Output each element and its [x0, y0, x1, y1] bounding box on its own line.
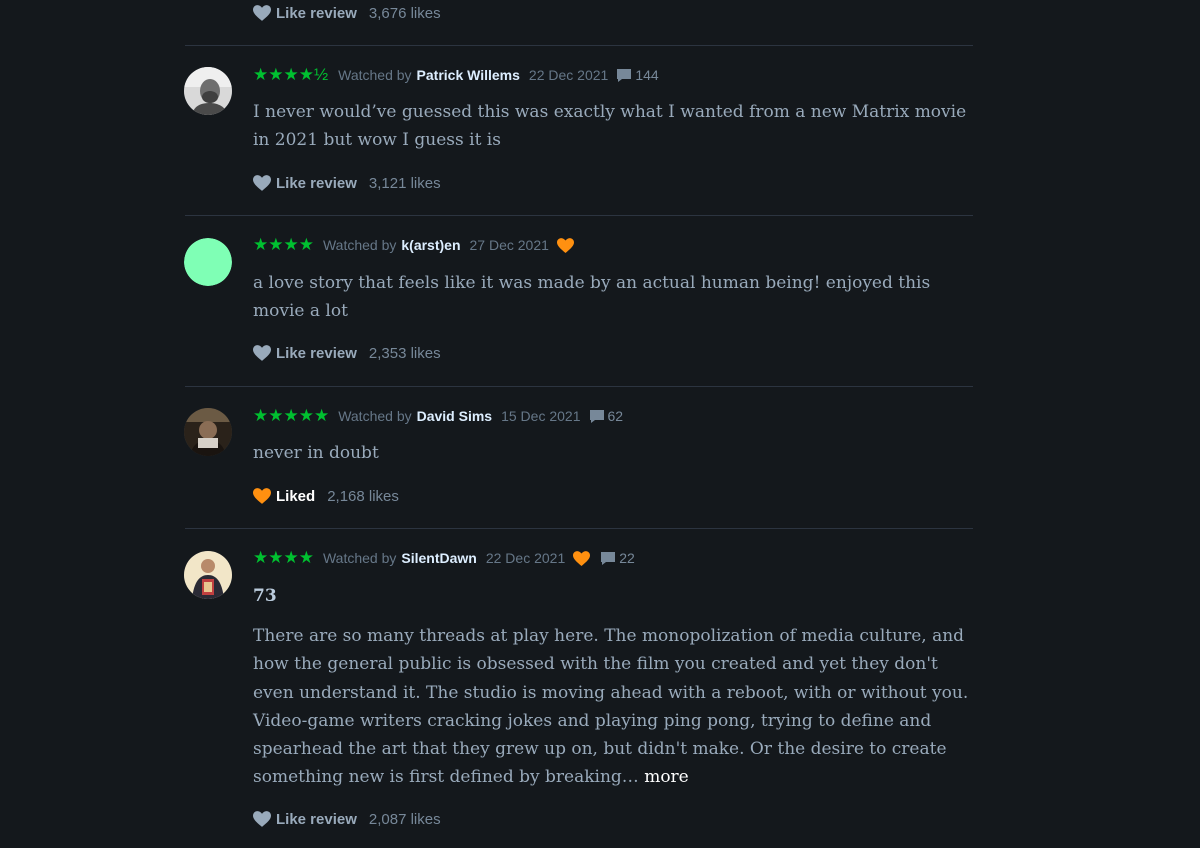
- heart-icon: [253, 345, 271, 361]
- author-name[interactable]: SilentDawn: [401, 550, 476, 566]
- speech-bubble-icon: [601, 551, 616, 565]
- review-date[interactable]: 15 Dec 2021: [501, 408, 580, 424]
- review-like-row: Like review 2,353 likes: [253, 343, 441, 363]
- comment-count: 62: [607, 408, 624, 424]
- star-rating: ★★★★: [253, 548, 314, 567]
- star-rating: ★★★★: [253, 235, 314, 254]
- like-review-button[interactable]: Like review: [253, 345, 357, 362]
- review-meta: ★★★★ Watched by k(arst)en 27 Dec 2021: [253, 235, 584, 255]
- avatar-image: [184, 67, 232, 115]
- author-name[interactable]: Patrick Willems: [417, 67, 520, 83]
- review-heading: 73: [253, 586, 277, 606]
- more-link[interactable]: more: [644, 767, 689, 787]
- star-rating: ★★★★½: [253, 65, 329, 84]
- avatar[interactable]: [184, 67, 232, 115]
- like-review-label: Like review: [276, 810, 357, 828]
- review-body: never in doubt: [253, 443, 379, 463]
- review-meta: ★★★★★ Watched by David Sims 15 Dec 2021 …: [253, 406, 623, 426]
- like-review-label: Like review: [276, 344, 357, 362]
- watched-by-label: Watched by: [322, 550, 397, 566]
- avatar[interactable]: [184, 238, 232, 286]
- review-date[interactable]: 27 Dec 2021: [470, 237, 549, 253]
- like-review-button[interactable]: Like review: [253, 5, 357, 22]
- review-like-row: Like review 2,087 likes: [253, 809, 441, 829]
- heart-icon: [253, 811, 271, 827]
- review-like-row: Like review 3,121 likes: [253, 173, 441, 193]
- like-count[interactable]: 3,121 likes: [369, 175, 441, 192]
- star-rating: ★★★★★: [253, 406, 330, 425]
- review-divider: [185, 386, 973, 387]
- review-body: I never would’ve guessed this was exactl…: [253, 102, 967, 151]
- review-meta: ★★★★½ Watched by Patrick Willems 22 Dec …: [253, 65, 659, 85]
- review-divider: [185, 45, 973, 46]
- review-body: a love story that feels like it was made…: [253, 273, 931, 322]
- speech-bubble-icon: [589, 409, 604, 423]
- avatar-fill: [184, 238, 232, 286]
- like-review-label: Like review: [276, 174, 357, 192]
- review-like-row: Liked 2,168 likes: [253, 486, 399, 506]
- review-body-text: There are so many threads at play here. …: [253, 626, 969, 788]
- review-date[interactable]: 22 Dec 2021: [529, 67, 608, 83]
- comments-link[interactable]: 144: [616, 67, 659, 83]
- speech-bubble-icon: [617, 68, 632, 82]
- review-body: There are so many threads at play here. …: [253, 622, 975, 792]
- author-name[interactable]: k(arst)en: [401, 237, 460, 253]
- heart-icon: [253, 488, 271, 504]
- review-date[interactable]: 22 Dec 2021: [486, 550, 565, 566]
- like-count[interactable]: 2,168 likes: [327, 488, 399, 505]
- avatar[interactable]: [184, 551, 232, 599]
- heart-icon: [253, 175, 271, 191]
- comments-link[interactable]: 62: [589, 408, 624, 424]
- watched-by-label: Watched by: [338, 408, 412, 424]
- like-review-label: Like review: [276, 4, 357, 22]
- liked-film-heart-icon: [556, 237, 574, 253]
- review-divider: [185, 528, 973, 529]
- like-review-button[interactable]: Like review: [253, 175, 357, 192]
- avatar-image: [184, 408, 232, 456]
- review-divider: [185, 215, 973, 216]
- watched-by-label: Watched by: [338, 67, 412, 83]
- comment-count: 144: [635, 67, 659, 83]
- like-count[interactable]: 2,087 likes: [369, 811, 441, 828]
- liked-label: Liked: [276, 487, 316, 505]
- like-count[interactable]: 2,353 likes: [369, 345, 441, 362]
- like-count[interactable]: 3,676 likes: [369, 5, 441, 22]
- author-name[interactable]: David Sims: [417, 408, 492, 424]
- liked-film-heart-icon: [573, 550, 591, 566]
- watched-by-label: Watched by: [322, 237, 397, 253]
- review-meta: ★★★★ Watched by SilentDawn 22 Dec 2021 2…: [253, 548, 635, 568]
- avatar[interactable]: [184, 408, 232, 456]
- liked-button[interactable]: Liked: [253, 488, 315, 505]
- comments-link[interactable]: 22: [600, 550, 635, 566]
- like-review-button[interactable]: Like review: [253, 811, 357, 828]
- comment-count: 22: [619, 550, 635, 566]
- review-like-row: Like review 3,676 likes: [253, 3, 441, 23]
- heart-icon: [253, 5, 271, 21]
- avatar-image: [184, 551, 232, 599]
- avatar-image: [184, 238, 232, 286]
